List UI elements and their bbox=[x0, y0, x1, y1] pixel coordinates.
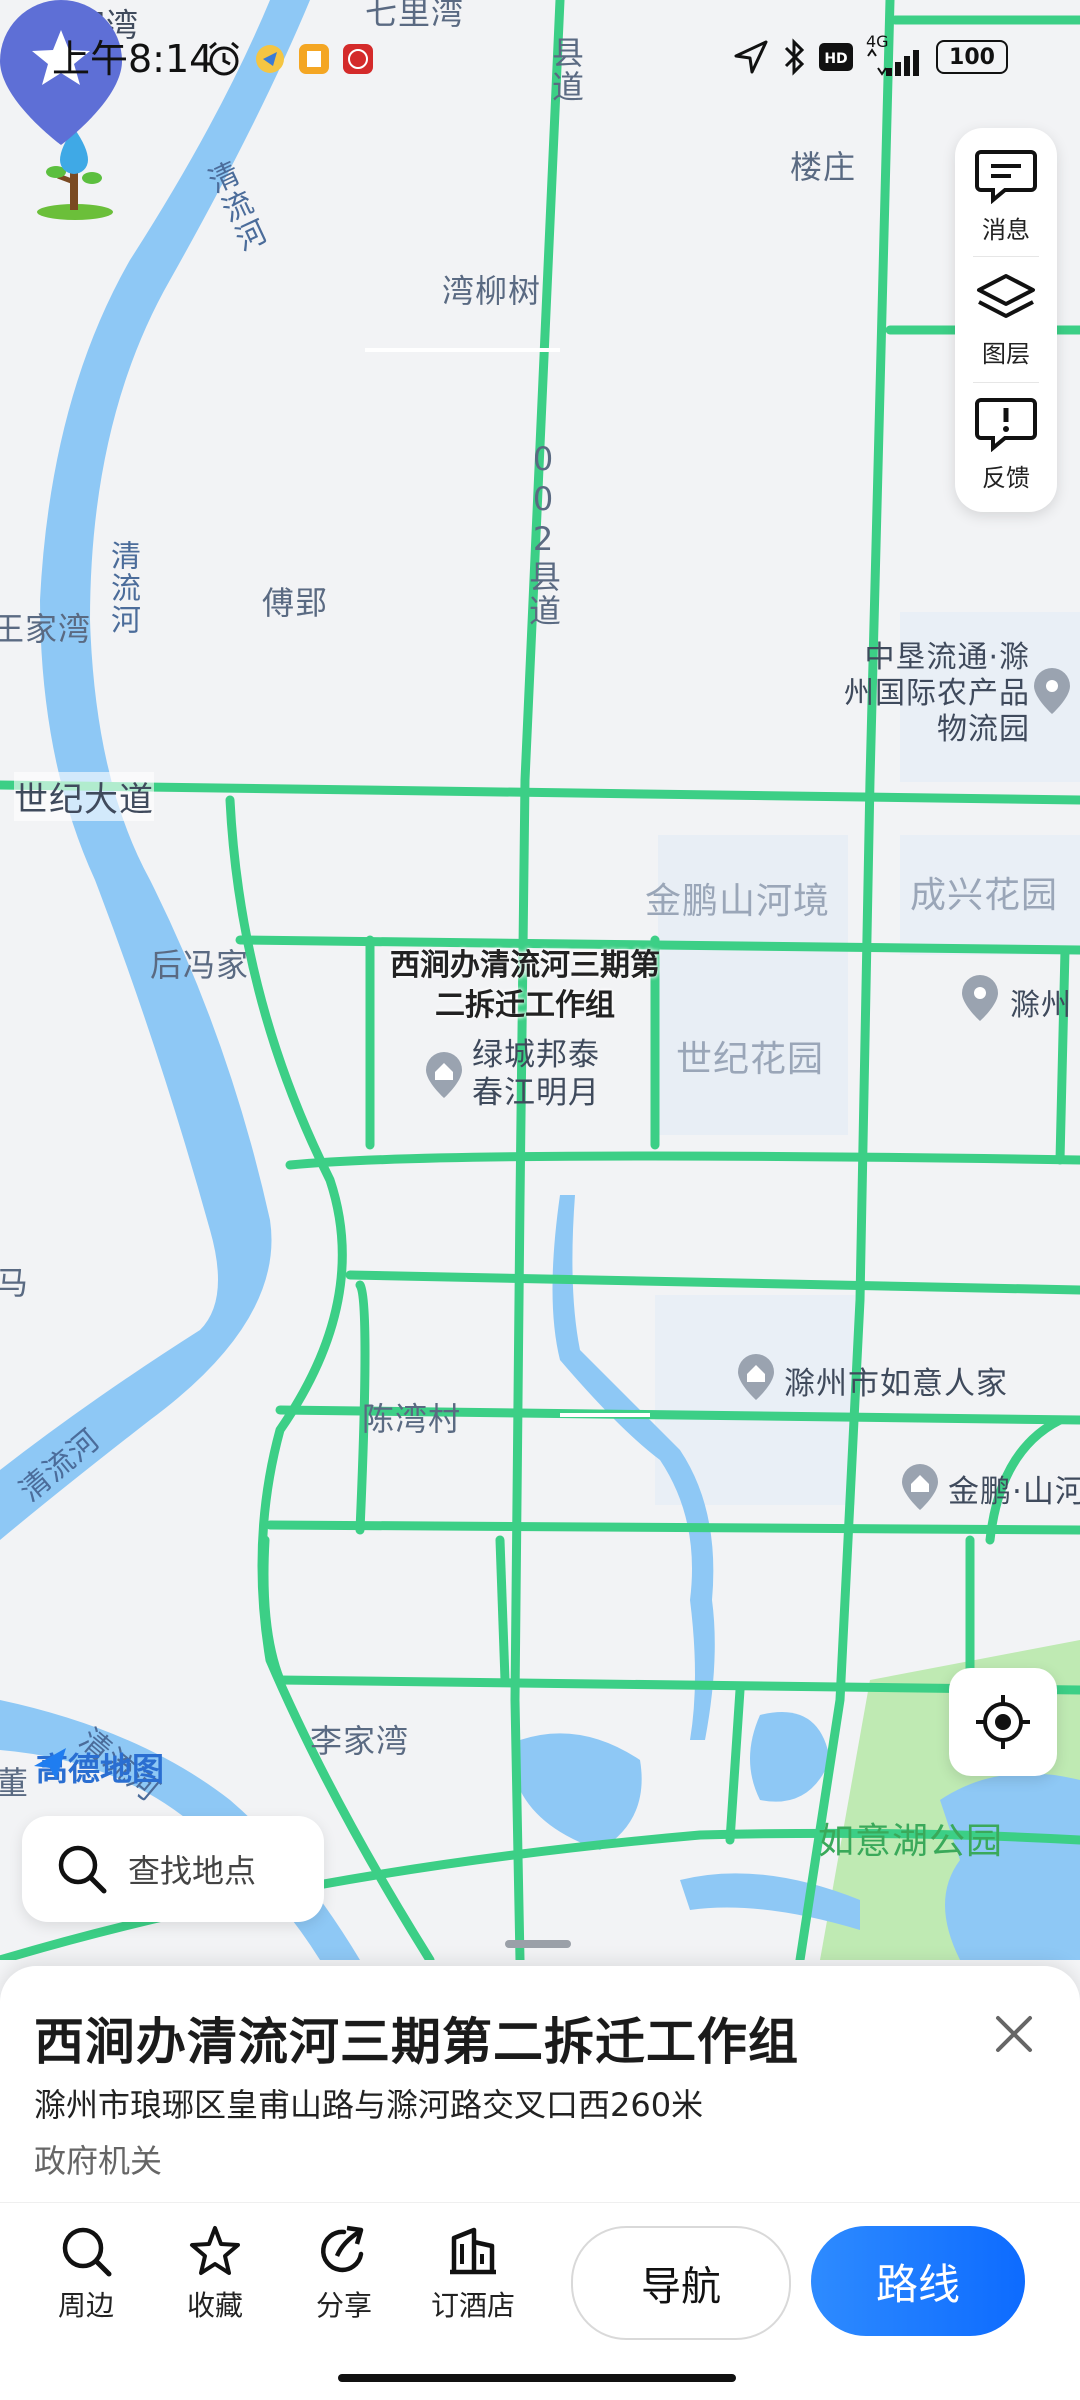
map-label-louzhuang: 楼庄 bbox=[790, 148, 857, 186]
poi-marker-lvcheng-icon[interactable] bbox=[424, 1052, 464, 1098]
battery-level: 100 bbox=[949, 44, 995, 70]
map-canvas[interactable]: 郭家湾 七里湾 楼庄 湾柳树 傅郢 王家湾 世纪大道 后冯家 金鹏山河境 成兴花… bbox=[0, 0, 1080, 1960]
sheet-grabber[interactable] bbox=[505, 1940, 571, 1948]
message-icon bbox=[975, 149, 1037, 204]
app-notify-1-icon bbox=[256, 45, 284, 73]
poi-marker-zhongken-icon[interactable] bbox=[1032, 668, 1072, 714]
search-icon bbox=[58, 1845, 107, 1894]
messages-label: 消息 bbox=[982, 215, 1030, 244]
nearby-label: 周边 bbox=[57, 2289, 114, 2322]
locate-me-button[interactable] bbox=[949, 1668, 1057, 1776]
status-right-icons: HD 4G 100 bbox=[732, 32, 1008, 82]
search-placeholder: 查找地点 bbox=[128, 1852, 257, 1890]
poi-marker-ruyi-icon[interactable] bbox=[736, 1354, 776, 1400]
poi-marker-chuzhou-icon[interactable] bbox=[960, 975, 1000, 1021]
share-icon bbox=[321, 2225, 364, 2273]
map-tools-panel: 消息 图层 反馈 bbox=[955, 128, 1057, 512]
hotel-button[interactable]: 订酒店 bbox=[423, 2224, 523, 2334]
amap-logo-icon bbox=[34, 1748, 66, 1780]
share-button[interactable]: 分享 bbox=[294, 2224, 394, 2334]
status-left-icons bbox=[205, 34, 375, 84]
hotel-building-icon bbox=[450, 2227, 496, 2275]
poi-marker-jinpeng-icon[interactable] bbox=[900, 1464, 940, 1510]
map-label-fuying: 傅郢 bbox=[262, 584, 329, 622]
map-label-shijidadao: 世纪大道 bbox=[14, 772, 154, 821]
poi-label-jinpeng-shan[interactable]: 金鹏·山河 bbox=[948, 1466, 1080, 1511]
home-indicator[interactable] bbox=[338, 2374, 736, 2382]
hd-icon: HD bbox=[819, 43, 853, 71]
crosshair-icon bbox=[976, 1695, 1030, 1749]
map-label-qiliwan: 七里湾 bbox=[365, 0, 465, 32]
map-label-houfengjia: 后冯家 bbox=[150, 946, 250, 984]
map-label-jiawan: 王家湾 bbox=[0, 610, 92, 648]
close-icon[interactable] bbox=[988, 2008, 1040, 2060]
poi-label-chuzhou[interactable]: 滁州 bbox=[1010, 980, 1072, 1024]
favorite-label: 收藏 bbox=[186, 2289, 243, 2322]
messages-button[interactable]: 消息 bbox=[955, 136, 1057, 256]
app-notify-3-icon bbox=[343, 44, 373, 74]
nearby-button[interactable]: 周边 bbox=[36, 2224, 136, 2334]
poi-label-lvcheng[interactable]: 绿城邦泰春江明月 bbox=[472, 1036, 622, 1112]
map-label-chenwancun: 陈湾村 bbox=[362, 1400, 462, 1438]
bluetooth-icon bbox=[784, 38, 805, 76]
signal-icon: 4G bbox=[864, 32, 926, 76]
map-label-chengxing: 成兴花园 bbox=[910, 875, 1059, 916]
map-label-park: 如意湖公园 bbox=[818, 1821, 1004, 1862]
map-label-dong: 董 bbox=[0, 1764, 30, 1802]
place-category: 政府机关 bbox=[34, 2142, 163, 2180]
poi-label-ruyi[interactable]: 滁州市如意人家 bbox=[784, 1358, 1008, 1403]
feedback-button[interactable]: 反馈 bbox=[955, 384, 1057, 504]
road-label-county-top: 县道 bbox=[547, 36, 585, 104]
route-button[interactable]: 路线 bbox=[811, 2226, 1025, 2336]
selected-poi-label[interactable]: 西涧办清流河三期第二拆迁工作组 bbox=[380, 946, 670, 1026]
status-time: 上午8:14 bbox=[52, 37, 214, 81]
map-label-shiji-huayuan: 世纪花园 bbox=[676, 1039, 825, 1080]
search-place-button[interactable]: 查找地点 bbox=[22, 1816, 324, 1922]
search-nearby-icon bbox=[62, 2227, 112, 2277]
map-label-wanliushu: 湾柳树 bbox=[442, 272, 542, 310]
location-arrow-icon bbox=[734, 40, 768, 74]
layers-label: 图层 bbox=[982, 339, 1030, 368]
layers-button[interactable]: 图层 bbox=[955, 260, 1057, 380]
river-label-2: 清流河 bbox=[105, 540, 140, 636]
feedback-label: 反馈 bbox=[982, 463, 1030, 492]
map-label-jinpeng: 金鹏山河境 bbox=[645, 881, 831, 922]
hotel-label: 订酒店 bbox=[430, 2289, 515, 2322]
map-label-lijiawan: 李家湾 bbox=[310, 1722, 410, 1760]
amap-logo: 高德地图 bbox=[30, 1744, 164, 1790]
poi-label-zhongken[interactable]: 中垦流通·滁州国际农产品物流园 bbox=[840, 640, 1030, 748]
road-label-county-mid: 002县道 bbox=[524, 440, 562, 628]
app-notify-2-icon bbox=[299, 44, 329, 74]
alarm-icon bbox=[209, 41, 239, 76]
navigate-button[interactable]: 导航 bbox=[571, 2226, 791, 2340]
feedback-icon bbox=[975, 397, 1037, 452]
battery-icon: 100 bbox=[936, 40, 1008, 74]
favorite-button[interactable]: 收藏 bbox=[165, 2224, 265, 2334]
place-title: 西涧办清流河三期第二拆迁工作组 bbox=[34, 2013, 799, 2071]
place-address: 滁州市琅琊区皇甫山路与滁河路交叉口西260米 bbox=[34, 2086, 704, 2124]
star-icon bbox=[190, 2226, 240, 2275]
layers-icon bbox=[977, 273, 1035, 318]
share-label: 分享 bbox=[315, 2289, 372, 2322]
svg-text:HD: HD bbox=[824, 51, 847, 67]
map-label-ma: 马 bbox=[0, 1264, 30, 1302]
